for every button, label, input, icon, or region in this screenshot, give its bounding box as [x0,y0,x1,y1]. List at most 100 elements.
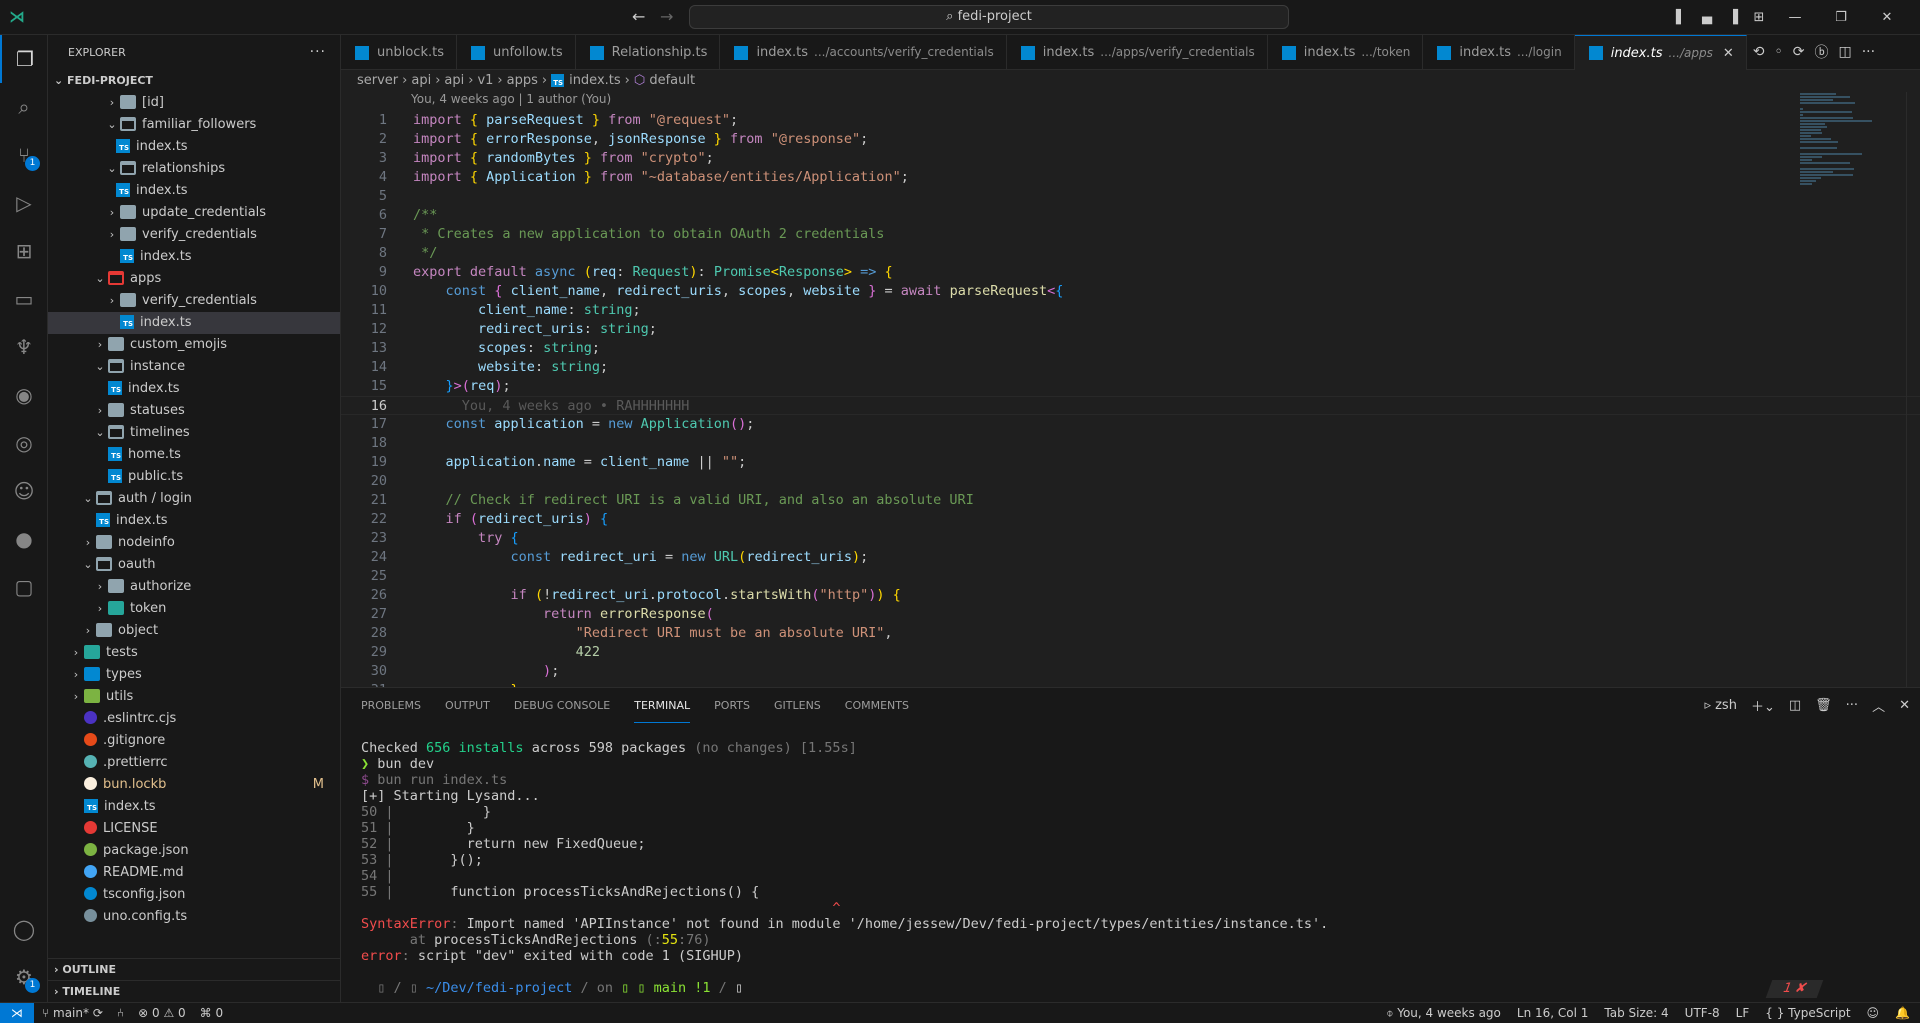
tab-size[interactable]: Tab Size: 4 [1604,1003,1668,1023]
gitlens-inspect-icon[interactable]: ◎ [0,419,48,467]
go-back-icon[interactable]: ⟲ [1753,44,1765,60]
code-line[interactable]: 23 try { [341,529,1920,548]
code-line[interactable]: 30 ); [341,662,1920,681]
tree-file[interactable]: TS index.ts [48,180,340,202]
go-forward-icon[interactable]: ⟳ [1793,44,1805,60]
tree-folder[interactable]: ⌄ apps [48,268,340,290]
branch-indicator[interactable]: ⑂ main* ⟳ [42,1003,103,1023]
minimap[interactable] [1800,92,1890,212]
code-line[interactable]: 1 import { parseRequest } from "@request"… [341,111,1920,130]
tree-folder[interactable]: ⌄ familiar_followers [48,114,340,136]
tree-file[interactable]: TS index.ts [48,796,340,818]
split-editor-icon[interactable]: ◫ [1838,44,1851,60]
breadcrumb-item[interactable]: server [357,73,398,88]
code-line[interactable]: 10 const { client_name, redirect_uris, s… [341,282,1920,301]
breadcrumb-item[interactable]: api [411,73,431,88]
tree-file[interactable]: bun.lockb M [48,774,340,796]
problems-indicator[interactable]: ⊗ 0 ⚠ 0 [138,1003,186,1023]
more-actions-icon[interactable]: ··· [1862,44,1875,60]
remote-icon[interactable]: ⋊ [0,1003,34,1023]
code-line[interactable]: 18 [341,434,1920,453]
docker-icon[interactable]: ♆ [0,323,48,371]
code-line[interactable]: 21 // Check if redirect URI is a valid U… [341,491,1920,510]
code-line[interactable]: 27 return errorResponse( [341,605,1920,624]
code-line[interactable]: 8 */ [341,244,1920,263]
breadcrumb-item[interactable]: default [649,73,695,88]
gitlens-compare-icon[interactable]: ⓑ [1814,42,1828,62]
outline-section[interactable]: › OUTLINE [48,958,340,980]
copilot-icon[interactable]: ☺ [0,467,48,515]
tree-file[interactable]: .prettierrc [48,752,340,774]
panel-tab-debug-console[interactable]: DEBUG CONSOLE [514,688,610,723]
code-line[interactable]: 2 import { errorResponse, jsonResponse } … [341,130,1920,149]
code-line[interactable]: 25 [341,567,1920,586]
source-control-icon[interactable]: ⑂ 1 [0,131,48,179]
code-line[interactable]: 11 client_name: string; [341,301,1920,320]
terminal-output[interactable]: Checked 656 installs across 598 packages… [361,740,1328,996]
editor-tab[interactable]: index.ts .../token [1268,35,1424,70]
tree-folder[interactable]: ⌄ instance [48,356,340,378]
go-center-icon[interactable]: ◦ [1774,44,1782,60]
split-terminal-icon[interactable]: ◫ [1789,698,1801,713]
code-line[interactable]: 22 if (redirect_uris) { [341,510,1920,529]
breadcrumb-item[interactable]: index.ts [569,73,621,88]
more-icon[interactable]: ··· [1846,698,1858,713]
tree-file[interactable]: README.md [48,862,340,884]
tree-folder[interactable]: › nodeinfo [48,532,340,554]
run-debug-icon[interactable]: ▷ [0,179,48,227]
tree-file[interactable]: TS index.ts [48,246,340,268]
tree-folder[interactable]: › authorize [48,576,340,598]
tree-folder[interactable]: › tests [48,642,340,664]
panel-tab-gitlens[interactable]: GITLENS [774,688,821,723]
panel-tab-comments[interactable]: COMMENTS [845,688,909,723]
code-editor[interactable]: server › api › api › v1 › apps › TS index.ts › ⬡ defa… [341,70,1920,698]
cursor-position[interactable]: Ln 16, Col 1 [1517,1003,1589,1023]
tree-file[interactable]: TS public.ts [48,466,340,488]
copilot-status-icon[interactable]: ☺ [1867,1003,1880,1023]
maximize-panel-icon[interactable]: ︿ [1872,696,1885,715]
panel-tab-terminal[interactable]: TERMINAL [634,688,691,723]
code-line[interactable]: 20 [341,472,1920,491]
notifications-bell-icon[interactable]: 🔔 [1895,1003,1910,1023]
code-line[interactable]: 28 "Redirect URI must be an absolute URI… [341,624,1920,643]
manage-gear-icon[interactable]: ⚙ 1 [0,953,48,1001]
github-icon[interactable]: ● [0,515,48,563]
code-line[interactable]: 26 if (!redirect_uri.protocol.startsWith… [341,586,1920,605]
kill-terminal-icon[interactable]: 🗑 [1815,698,1832,713]
tree-file[interactable]: TS index.ts [48,510,340,532]
language-mode[interactable]: { } TypeScript [1765,1003,1850,1023]
editor-tab[interactable]: index.ts .../apps/verify_credentials [1007,35,1268,70]
code-line[interactable]: 9 export default async (req: Request): Pr… [341,263,1920,282]
code-line[interactable]: 7 * Creates a new application to obtain … [341,225,1920,244]
new-terminal-icon[interactable]: ＋⌄ [1751,696,1775,715]
close-icon[interactable]: ✕ [1864,10,1910,25]
sync-icon[interactable]: ⟳ [93,1006,103,1020]
close-panel-icon[interactable]: ✕ [1899,698,1910,713]
line-ending[interactable]: LF [1736,1003,1750,1023]
git-graph-icon[interactable]: ⑃ [117,1003,124,1023]
remote-explorer-icon[interactable]: ▭ [0,275,48,323]
tree-folder[interactable]: › object [48,620,340,642]
editor-tab[interactable]: index.ts .../apps ✕ [1574,35,1747,70]
code-line[interactable]: 17 const application = new Application()… [341,415,1920,434]
tree-folder[interactable]: › update_credentials [48,202,340,224]
code-line[interactable]: 12 redirect_uris: string; [341,320,1920,339]
breadcrumb-item[interactable]: apps [507,73,538,88]
codelens-authors[interactable]: You, 4 weeks ago | 1 author (You) [411,92,611,106]
toggle-panel-icon[interactable]: ▄ [1694,10,1720,25]
tree-file[interactable]: tsconfig.json [48,884,340,906]
code-line[interactable]: 14 website: string; [341,358,1920,377]
editor-tab[interactable]: unblock.ts [341,35,457,70]
editor-tab[interactable]: Relationship.ts [576,35,721,70]
code-line[interactable]: 24 const redirect_uri = new URL(redirect… [341,548,1920,567]
tree-file[interactable]: uno.config.ts [48,906,340,928]
tree-folder[interactable]: › verify_credentials [48,290,340,312]
tree-file[interactable]: LICENSE [48,818,340,840]
restore-icon[interactable]: ❐ [1818,10,1864,25]
editor-scrollbar[interactable] [1906,92,1920,687]
terminal-shell-selector[interactable]: ▹ zsh [1704,698,1737,713]
code-lines[interactable]: 1 import { parseRequest } from "@request"… [341,111,1920,700]
code-line[interactable]: 15 }>(req); [341,377,1920,396]
comments-icon[interactable]: ▢ [0,563,48,611]
tree-folder[interactable]: › verify_credentials [48,224,340,246]
